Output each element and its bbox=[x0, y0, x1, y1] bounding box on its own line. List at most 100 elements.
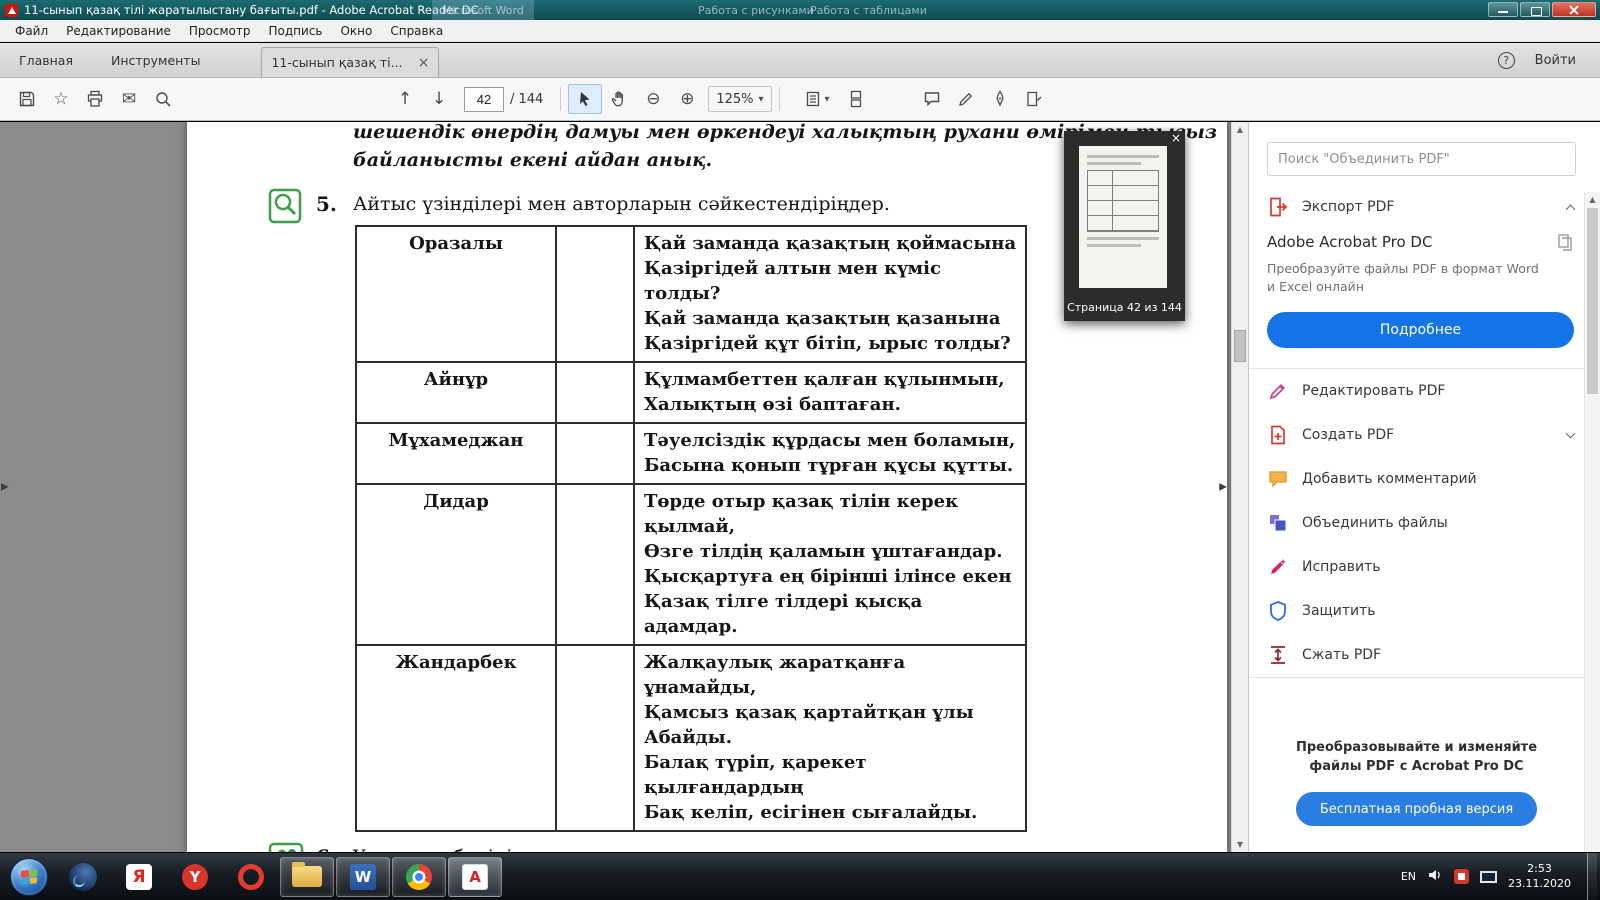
taskbar-opera-button[interactable] bbox=[224, 857, 278, 897]
minimize-button[interactable] bbox=[1488, 2, 1518, 17]
sign-in-button[interactable]: Войти bbox=[1535, 53, 1576, 68]
windows-logo-icon bbox=[21, 869, 37, 885]
acrobat-icon: A bbox=[462, 864, 488, 890]
scroll-up-arrow[interactable]: ▲ bbox=[1232, 125, 1248, 134]
yandex-icon: Я bbox=[126, 864, 152, 890]
scroll-down-arrow[interactable]: ▼ bbox=[1232, 840, 1248, 849]
language-indicator[interactable]: EN bbox=[1401, 870, 1416, 883]
scrollbar-thumb[interactable] bbox=[1234, 330, 1246, 362]
right-panel-toggle[interactable]: ▶ bbox=[1219, 482, 1227, 493]
popup-close-icon[interactable]: × bbox=[1171, 131, 1181, 145]
author-cell: Дидар bbox=[356, 484, 556, 645]
protect-label: Защитить bbox=[1302, 603, 1376, 619]
tab-close-icon[interactable]: × bbox=[418, 56, 430, 70]
taskbar: Я Y W A EN 2:53 23.11.2020 bbox=[0, 852, 1600, 900]
group-work-icon bbox=[267, 840, 305, 852]
edit-pdf-label: Редактировать PDF bbox=[1302, 383, 1445, 399]
menu-help[interactable]: Справка bbox=[381, 24, 452, 38]
email-button[interactable]: ✉ bbox=[112, 84, 146, 114]
tab-document[interactable]: 11-сынып қазақ ті... × bbox=[261, 47, 439, 77]
zoom-out-button[interactable]: ⊖ bbox=[636, 84, 670, 114]
left-panel-toggle[interactable]: ▶ bbox=[1, 482, 9, 493]
fill-sign-button[interactable] bbox=[1017, 84, 1051, 114]
panel-scroll-up-arrow[interactable]: ▲ bbox=[1585, 195, 1600, 204]
start-button[interactable] bbox=[10, 858, 48, 896]
search-input[interactable] bbox=[1278, 152, 1565, 167]
show-desktop-button[interactable] bbox=[1587, 853, 1597, 900]
close-button[interactable] bbox=[1552, 2, 1596, 17]
taskbar-word-button[interactable]: W bbox=[336, 857, 390, 897]
clock[interactable]: 2:53 23.11.2020 bbox=[1508, 862, 1571, 892]
favorite-star-button[interactable]: ☆ bbox=[44, 84, 78, 114]
panel-scrollbar[interactable]: ▲ bbox=[1584, 192, 1600, 852]
tab-home[interactable]: Главная bbox=[0, 53, 92, 68]
tool-protect[interactable]: Защитить bbox=[1249, 589, 1600, 633]
page-number-input[interactable] bbox=[464, 87, 504, 112]
answer-cell bbox=[556, 423, 634, 484]
quote-cell: Тәуелсіздік құрдасы мен боламын, Басына … bbox=[634, 423, 1026, 484]
details-button[interactable]: Подробнее bbox=[1267, 312, 1574, 348]
tool-add-comment[interactable]: Добавить комментарий bbox=[1249, 457, 1600, 501]
panel-scrollbar-thumb[interactable] bbox=[1587, 208, 1598, 394]
zoom-level-dropdown[interactable]: 125% ▾ bbox=[708, 86, 771, 112]
browser-globe-icon bbox=[69, 863, 97, 891]
trial-button[interactable]: Бесплатная пробная версия bbox=[1296, 792, 1537, 826]
tool-export-pdf[interactable]: Экспорт PDF bbox=[1249, 176, 1600, 229]
yandex-browser-icon: Y bbox=[182, 864, 208, 890]
taskbar-yandex-button[interactable]: Я bbox=[112, 857, 166, 897]
sign-button[interactable] bbox=[983, 84, 1017, 114]
tool-compress-pdf[interactable]: Сжать PDF bbox=[1249, 633, 1600, 677]
fix-label: Исправить bbox=[1302, 559, 1381, 575]
quote-cell: Құлмамбеттен қалған құлынмын, Халықтың ө… bbox=[634, 362, 1026, 423]
promo-title: Adobe Acrobat Pro DC bbox=[1267, 233, 1432, 251]
taskbar-yandex-browser-button[interactable]: Y bbox=[168, 857, 222, 897]
tool-edit-pdf[interactable]: Редактировать PDF bbox=[1249, 369, 1600, 413]
acrobat-logo-icon bbox=[5, 4, 18, 17]
menu-view[interactable]: Просмотр bbox=[180, 24, 260, 38]
author-cell: Айнұр bbox=[356, 362, 556, 423]
tool-fix[interactable]: Исправить bbox=[1249, 545, 1600, 589]
select-tool-button[interactable] bbox=[568, 84, 602, 114]
tray-display-icon[interactable] bbox=[1480, 871, 1497, 883]
menu-edit[interactable]: Редактирование bbox=[57, 24, 180, 38]
menu-file[interactable]: Файл bbox=[6, 24, 57, 38]
page-thumbnail bbox=[1079, 146, 1167, 288]
taskbar-explorer-button[interactable] bbox=[280, 857, 334, 897]
tray-app-icon[interactable] bbox=[1454, 869, 1469, 884]
menu-window[interactable]: Окно bbox=[331, 24, 381, 38]
tool-create-pdf[interactable]: Создать PDF bbox=[1249, 413, 1600, 457]
fix-icon bbox=[1267, 556, 1289, 578]
menu-sign[interactable]: Подпись bbox=[259, 24, 331, 38]
zoom-in-button[interactable]: ⊕ bbox=[670, 84, 704, 114]
tab-tools[interactable]: Инструменты bbox=[92, 53, 219, 68]
main-toolbar: ☆ ✉ ↑ ↓ / 144 ⊖ ⊕ 125% ▾ ▾ bbox=[0, 78, 1600, 121]
scroll-view-button[interactable] bbox=[839, 84, 873, 114]
comment-button[interactable] bbox=[915, 84, 949, 114]
taskbar-acrobat-button[interactable]: A bbox=[448, 857, 502, 897]
panel-footer: Преобразовывайте и изменяйте файлы PDF с… bbox=[1249, 739, 1584, 826]
help-icon[interactable]: ? bbox=[1498, 52, 1515, 69]
page-display-dropdown[interactable]: ▾ bbox=[795, 84, 839, 114]
answer-cell bbox=[556, 362, 634, 423]
author-cell: Мұхамеджан bbox=[356, 423, 556, 484]
hand-tool-button[interactable] bbox=[602, 84, 636, 114]
taskbar-chrome-button[interactable] bbox=[392, 857, 446, 897]
tab-bar: Главная Инструменты 11-сынып қазақ ті...… bbox=[0, 43, 1600, 78]
previous-page-button[interactable]: ↑ bbox=[388, 84, 422, 114]
zoom-tool-button[interactable] bbox=[146, 84, 180, 114]
window-controls bbox=[1488, 2, 1596, 17]
draw-button[interactable] bbox=[949, 84, 983, 114]
exercise-5-title: Айтыс үзінділері мен авторларын сәйкесте… bbox=[353, 193, 890, 215]
table-row: Айнұр Құлмамбеттен қалған құлынмын, Халы… bbox=[356, 362, 1026, 423]
next-page-button[interactable]: ↓ bbox=[422, 84, 456, 114]
export-pdf-label: Экспорт PDF bbox=[1302, 199, 1394, 215]
tools-panel: Экспорт PDF Adobe Acrobat Pro DC Преобра… bbox=[1248, 122, 1600, 852]
print-button[interactable] bbox=[78, 84, 112, 114]
volume-icon[interactable] bbox=[1427, 867, 1443, 887]
maximize-button[interactable] bbox=[1520, 2, 1550, 17]
window-title: 11-сынып қазақ тілі жаратылыстану бағыты… bbox=[24, 3, 479, 17]
tool-combine-files[interactable]: Объединить файлы bbox=[1249, 501, 1600, 545]
taskbar-browser-button[interactable] bbox=[56, 857, 110, 897]
document-scrollbar[interactable]: ▲ ▼ bbox=[1231, 122, 1248, 852]
save-button[interactable] bbox=[10, 84, 44, 114]
